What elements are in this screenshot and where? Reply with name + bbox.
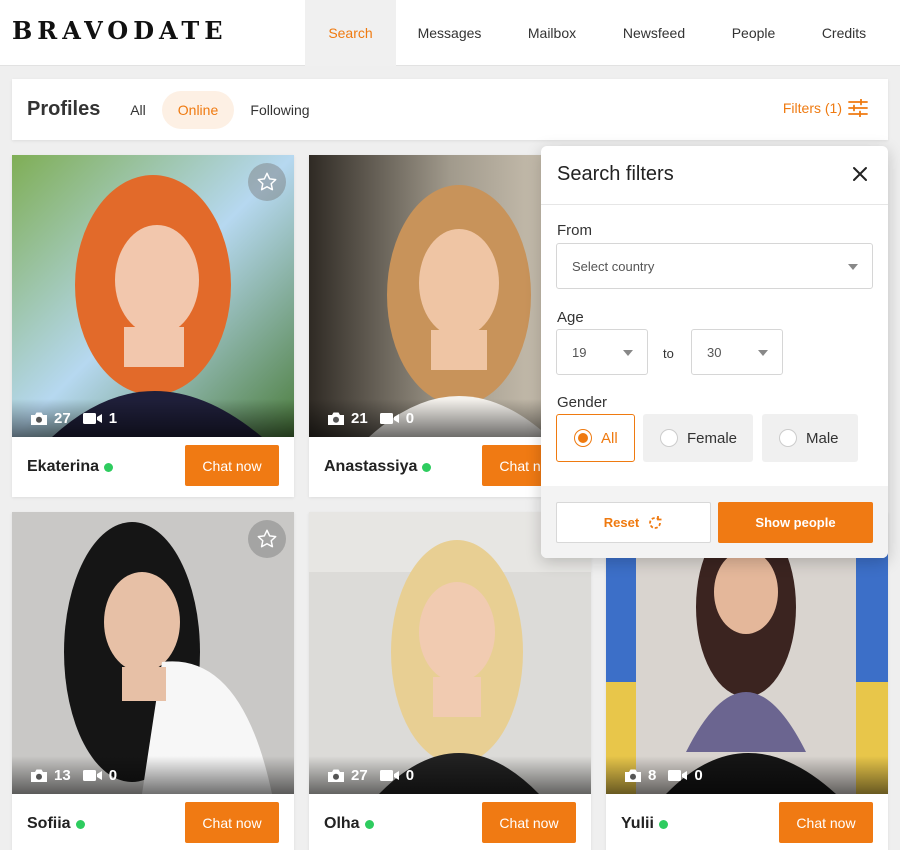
nav-mailbox[interactable]: Mailbox bbox=[503, 0, 601, 66]
media-counts: 8 0 bbox=[606, 756, 888, 794]
panel-footer: Reset Show people bbox=[541, 486, 888, 558]
nav-people[interactable]: People bbox=[707, 0, 800, 66]
video-count: 0 bbox=[405, 766, 415, 784]
profiles-toolbar: Profiles All Online Following Filters (1… bbox=[12, 79, 888, 140]
photo-count: 27 bbox=[54, 409, 71, 427]
media-counts: 13 0 bbox=[12, 756, 294, 794]
gender-option-label: Male bbox=[806, 429, 839, 447]
video-count: 0 bbox=[108, 766, 118, 784]
close-icon[interactable] bbox=[848, 162, 872, 186]
tab-online[interactable]: Online bbox=[162, 91, 234, 129]
profile-card[interactable]: 27 0 Olha Chat now bbox=[309, 512, 591, 850]
video-count: 0 bbox=[405, 409, 415, 427]
video-icon bbox=[379, 769, 399, 781]
tab-all[interactable]: All bbox=[124, 91, 152, 129]
sliders-icon bbox=[848, 99, 868, 117]
age-to-value: 30 bbox=[707, 344, 722, 360]
video-icon bbox=[82, 769, 102, 781]
media-counts: 27 1 bbox=[12, 399, 294, 437]
photo-count: 8 bbox=[648, 766, 657, 784]
age-from-select[interactable]: 19 bbox=[556, 329, 648, 375]
top-nav-bar: BRAVODATE Search Messages Mailbox Newsfe… bbox=[0, 0, 900, 66]
video-count: 0 bbox=[694, 766, 703, 784]
from-label: From bbox=[557, 222, 592, 239]
gender-option-label: Female bbox=[687, 429, 738, 447]
age-to-word: to bbox=[663, 346, 674, 361]
online-indicator bbox=[422, 462, 432, 472]
country-select[interactable]: Select country bbox=[556, 243, 873, 289]
video-icon bbox=[379, 412, 399, 424]
profile-photo[interactable]: 27 1 bbox=[12, 155, 294, 437]
camera-icon bbox=[31, 769, 47, 782]
profile-photo[interactable]: 13 0 bbox=[12, 512, 294, 794]
profile-name[interactable]: Anastassiya bbox=[324, 458, 417, 476]
online-indicator bbox=[658, 819, 668, 829]
nav-credits[interactable]: Credits bbox=[800, 0, 888, 66]
photo-count: 21 bbox=[351, 409, 368, 427]
chevron-down-icon bbox=[758, 350, 768, 356]
gender-option-male[interactable]: Male bbox=[762, 414, 858, 462]
show-people-button[interactable]: Show people bbox=[718, 502, 873, 543]
radio-empty-icon bbox=[779, 429, 797, 447]
reset-button[interactable]: Reset bbox=[556, 502, 711, 543]
star-icon bbox=[257, 529, 277, 548]
video-icon bbox=[82, 412, 102, 424]
nav-messages[interactable]: Messages bbox=[396, 0, 503, 66]
chat-now-button[interactable]: Chat now bbox=[482, 802, 576, 843]
online-indicator bbox=[364, 819, 374, 829]
video-icon bbox=[668, 769, 688, 781]
chat-now-button[interactable]: Chat now bbox=[779, 802, 873, 843]
media-counts: 27 0 bbox=[309, 756, 591, 794]
country-placeholder: Select country bbox=[572, 258, 655, 274]
camera-icon bbox=[625, 769, 641, 782]
gender-option-label: All bbox=[601, 429, 618, 447]
age-from-value: 19 bbox=[572, 344, 587, 360]
gender-option-all[interactable]: All bbox=[556, 414, 635, 462]
nav-search[interactable]: Search bbox=[305, 0, 396, 66]
gender-label: Gender bbox=[557, 394, 608, 411]
profile-name[interactable]: Olha bbox=[324, 815, 360, 833]
main-nav: Search Messages Mailbox Newsfeed People … bbox=[305, 0, 888, 66]
online-indicator bbox=[104, 462, 114, 472]
radio-empty-icon bbox=[660, 429, 678, 447]
profile-card[interactable]: 27 1 Ekaterina Chat now bbox=[12, 155, 294, 497]
refresh-icon bbox=[649, 515, 662, 529]
page-title: Profiles bbox=[27, 98, 101, 120]
photo-count: 27 bbox=[351, 766, 368, 784]
chat-now-button[interactable]: Chat now bbox=[185, 802, 279, 843]
video-count: 1 bbox=[108, 409, 118, 427]
camera-icon bbox=[328, 412, 344, 425]
reset-label: Reset bbox=[603, 515, 640, 530]
profile-name[interactable]: Yulii bbox=[621, 815, 654, 833]
favorite-star-button[interactable] bbox=[248, 520, 286, 558]
radio-selected-icon bbox=[574, 429, 592, 447]
profile-card[interactable]: 13 0 Sofiia Chat now bbox=[12, 512, 294, 850]
chat-now-button[interactable]: Chat now bbox=[185, 445, 279, 486]
age-to-select[interactable]: 30 bbox=[691, 329, 783, 375]
search-filters-panel: Search filters From Select country Age 1… bbox=[541, 146, 888, 558]
favorite-star-button[interactable] bbox=[248, 163, 286, 201]
photo-count: 13 bbox=[54, 766, 71, 784]
star-icon bbox=[257, 172, 277, 191]
profile-name[interactable]: Sofiia bbox=[27, 815, 71, 833]
gender-option-female[interactable]: Female bbox=[643, 414, 753, 462]
online-indicator bbox=[75, 819, 85, 829]
panel-title: Search filters bbox=[557, 163, 674, 185]
camera-icon bbox=[328, 769, 344, 782]
nav-newsfeed[interactable]: Newsfeed bbox=[601, 0, 707, 66]
profile-name[interactable]: Ekaterina bbox=[27, 458, 99, 476]
brand-logo[interactable]: BRAVODATE bbox=[12, 16, 227, 45]
camera-icon bbox=[31, 412, 47, 425]
filters-button[interactable]: Filters (1) bbox=[783, 99, 868, 117]
filters-label: Filters (1) bbox=[782, 100, 842, 116]
age-label: Age bbox=[557, 309, 584, 326]
tab-following[interactable]: Following bbox=[244, 91, 316, 129]
chevron-down-icon bbox=[623, 350, 633, 356]
chevron-down-icon bbox=[848, 264, 858, 270]
profile-card[interactable]: 8 0 Yulii Chat now bbox=[606, 512, 888, 850]
